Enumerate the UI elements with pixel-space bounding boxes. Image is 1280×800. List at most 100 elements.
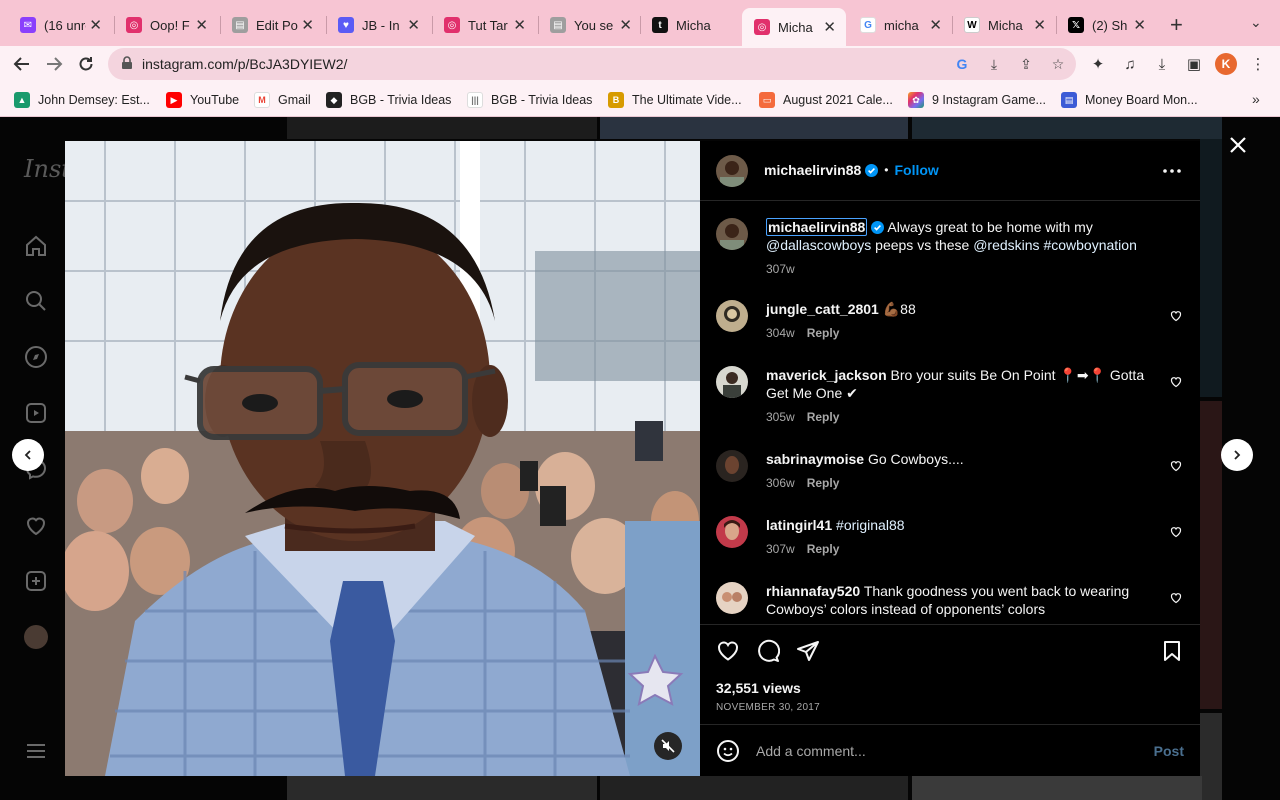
profile-avatar-icon[interactable] [24, 625, 48, 649]
extensions-puzzle-icon[interactable]: ✦ [1088, 54, 1108, 74]
post-date[interactable]: NOVEMBER 30, 2017 [716, 702, 820, 713]
add-comment-input[interactable]: Add a comment... [756, 743, 866, 759]
close-tab-icon[interactable]: ✕ [407, 16, 420, 34]
post-video[interactable] [65, 141, 700, 776]
share-icon[interactable]: ⇪ [1018, 56, 1034, 72]
commenter-username[interactable]: maverick_jackson [766, 367, 887, 383]
heart-notifications-icon[interactable] [24, 513, 48, 537]
commenter-username[interactable]: latingirl41 [766, 517, 832, 533]
tab-x[interactable]: 𝕏 (2) Sh ✕ [1056, 9, 1156, 41]
reply-button[interactable]: Reply [807, 476, 840, 490]
mention-link[interactable]: @dallascowboys [766, 237, 871, 253]
close-tab-icon[interactable]: ✕ [823, 18, 836, 36]
tab-instagram-oop[interactable]: ◎ Oop! F ✕ [114, 9, 218, 41]
close-tab-icon[interactable]: ✕ [301, 16, 314, 34]
like-comment-heart-icon[interactable] [1170, 376, 1182, 388]
bookmark-instagram-games[interactable]: ✿ 9 Instagram Game... [908, 92, 1046, 108]
search-icon[interactable] [24, 289, 48, 313]
author-avatar[interactable] [716, 218, 748, 250]
tab-google-search[interactable]: G micha ✕ [848, 9, 952, 41]
like-heart-icon[interactable] [716, 639, 740, 663]
like-comment-heart-icon[interactable] [1170, 592, 1182, 604]
tab-you-se[interactable]: ▤ You se ✕ [538, 9, 642, 41]
forward-button[interactable] [42, 52, 66, 76]
hashtag-link[interactable]: #original88 [836, 517, 905, 533]
commenter-avatar[interactable] [716, 516, 748, 548]
tab-edit-post[interactable]: ▤ Edit Po ✕ [220, 9, 324, 41]
hashtag-link[interactable]: #cowboynation [1043, 237, 1136, 253]
like-comment-heart-icon[interactable] [1170, 526, 1182, 538]
post-comment-button[interactable]: Post [1154, 743, 1184, 759]
emoji-smiley-icon[interactable] [716, 739, 740, 763]
media-controls-icon[interactable]: ♫ [1120, 54, 1140, 74]
new-tab-button[interactable]: + [1170, 12, 1183, 38]
bookmark-bgb-trivia-2[interactable]: ||| BGB - Trivia Ideas [467, 92, 592, 108]
commenter-username[interactable]: sabrinaymoise [766, 451, 864, 467]
kebab-menu-icon[interactable]: ⋮ [1248, 54, 1268, 74]
bookmark-money-board[interactable]: ▤ Money Board Mon... [1061, 92, 1198, 108]
more-bookmarks-chevron-icon[interactable]: » [1252, 91, 1260, 107]
bookmark-gmail[interactable]: M Gmail [254, 92, 311, 108]
more-options-icon[interactable] [1162, 163, 1182, 179]
author-username[interactable]: michaelirvin88 [764, 162, 861, 178]
previous-post-button[interactable] [12, 439, 44, 471]
reply-button[interactable]: Reply [807, 326, 840, 340]
save-bookmark-icon[interactable] [1160, 639, 1184, 663]
reply-button[interactable]: Reply [807, 410, 840, 424]
commenter-username[interactable]: rhiannafay520 [766, 583, 860, 599]
tab-wikipedia[interactable]: W Micha ✕ [952, 9, 1056, 41]
views-count[interactable]: 32,551 views [716, 680, 801, 696]
downloads-icon[interactable]: ⤓ [1152, 54, 1172, 74]
bookmark-bgb-trivia-1[interactable]: ◆ BGB - Trivia Ideas [326, 92, 451, 108]
author-avatar[interactable] [716, 155, 748, 187]
reply-button[interactable]: Reply [807, 542, 840, 556]
explore-compass-icon[interactable] [24, 345, 48, 369]
address-bar[interactable]: instagram.com/p/BcJA3DYIEW2/ G ⤓ ⇪ ☆ [108, 48, 1076, 80]
hamburger-menu-icon[interactable] [24, 739, 48, 763]
home-icon[interactable] [24, 234, 48, 258]
bookmark-august-calendar[interactable]: ▭ August 2021 Cale... [759, 92, 893, 108]
caption-username[interactable]: michaelirvin88 [766, 218, 868, 236]
comment-bubble-icon[interactable] [756, 639, 780, 663]
next-post-button[interactable] [1221, 439, 1253, 471]
like-comment-heart-icon[interactable] [1170, 310, 1182, 322]
share-paper-plane-icon[interactable] [796, 639, 820, 663]
close-icon[interactable] [1226, 133, 1250, 157]
create-plus-icon[interactable] [24, 569, 48, 593]
tab-search-chevron-icon[interactable]: ⌄ [1250, 14, 1262, 31]
bookmark-star-icon[interactable]: ☆ [1050, 56, 1066, 72]
close-tab-icon[interactable]: ✕ [619, 16, 632, 34]
close-tab-icon[interactable]: ✕ [1133, 16, 1146, 34]
bookmark-youtube[interactable]: ▶ YouTube [166, 92, 239, 108]
tab-instagram-tut[interactable]: ◎ Tut Tar ✕ [432, 9, 536, 41]
back-button[interactable] [10, 52, 34, 76]
tab-michael-t[interactable]: t Micha [640, 9, 740, 41]
bookmark-ultimate-video[interactable]: B The Ultimate Vide... [608, 92, 742, 108]
url-text[interactable]: instagram.com/p/BcJA3DYIEW2/ [142, 56, 347, 72]
mute-toggle-button[interactable] [654, 732, 682, 760]
side-panel-icon[interactable]: ▣ [1184, 54, 1204, 74]
close-tab-icon[interactable]: ✕ [929, 16, 942, 34]
commenter-username[interactable]: jungle_catt_2801 [766, 301, 879, 317]
commenter-avatar[interactable] [716, 300, 748, 332]
commenter-avatar[interactable] [716, 366, 748, 398]
mention-link[interactable]: @redskins [973, 237, 1039, 253]
commenter-avatar[interactable] [716, 450, 748, 482]
commenter-avatar[interactable] [716, 582, 748, 614]
profile-avatar[interactable]: K [1215, 53, 1237, 75]
tab-michael-instagram-active[interactable]: ◎ Micha ✕ [742, 8, 846, 46]
bookmark-john-demsey[interactable]: ▲ John Demsey: Est... [14, 92, 150, 108]
tab-mail[interactable]: ✉ (16 unread) ✕ [8, 9, 112, 41]
reload-button[interactable] [74, 52, 98, 76]
follow-button[interactable]: Follow [894, 162, 938, 178]
close-tab-icon[interactable]: ✕ [195, 16, 208, 34]
install-app-icon[interactable]: ⤓ [986, 56, 1002, 72]
close-tab-icon[interactable]: ✕ [89, 16, 102, 34]
reels-icon[interactable] [24, 401, 48, 425]
comments-list[interactable]: michaelirvin88 Always great to be home w… [700, 202, 1200, 624]
close-tab-icon[interactable]: ✕ [513, 16, 526, 34]
tab-jb[interactable]: ♥ JB - In ✕ [326, 9, 430, 41]
like-comment-heart-icon[interactable] [1170, 460, 1182, 472]
google-lens-icon[interactable]: G [954, 56, 970, 72]
close-tab-icon[interactable]: ✕ [1033, 16, 1046, 34]
